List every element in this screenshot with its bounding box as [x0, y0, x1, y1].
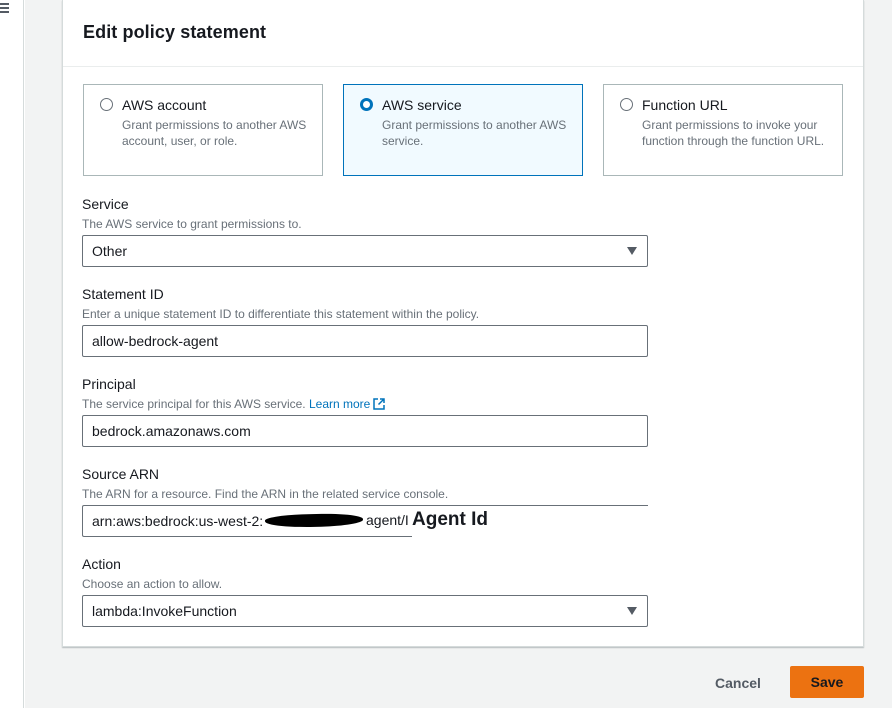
principal-input[interactable]: bedrock.amazonaws.com — [82, 415, 648, 447]
page-title: Edit policy statement — [83, 22, 267, 42]
hamburger-icon[interactable] — [0, 3, 10, 13]
principal-value: bedrock.amazonaws.com — [92, 423, 251, 439]
principal-label: Principal — [82, 376, 136, 392]
agent-id-annotation: Agent Id — [412, 509, 488, 530]
source-arn-label: Source ARN — [82, 466, 160, 482]
service-select-value: Other — [92, 243, 128, 259]
source-arn-field: Source ARN The ARN for a resource. Find … — [82, 465, 648, 537]
input-border-fragment — [412, 505, 648, 506]
service-field: Service The AWS service to grant permiss… — [82, 195, 648, 267]
action-field: Action Choose an action to allow. lambda… — [82, 555, 648, 627]
tile-description: Grant permissions to invoke your functio… — [642, 118, 825, 148]
tile-aws-service[interactable]: AWS service Grant permissions to another… — [343, 84, 583, 176]
radio-function-url[interactable] — [620, 98, 633, 111]
radio-aws-account[interactable] — [100, 98, 113, 111]
statement-id-field: Statement ID Enter a unique statement ID… — [82, 285, 648, 357]
tile-label: AWS account — [122, 97, 207, 113]
tile-description: Grant permissions to another AWS service… — [382, 118, 567, 148]
statement-id-value: allow-bedrock-agent — [92, 333, 219, 349]
action-label: Action — [82, 556, 121, 572]
radio-aws-service[interactable] — [360, 98, 373, 111]
service-select[interactable]: Other — [82, 235, 648, 267]
statement-id-description: Enter a unique statement ID to different… — [82, 307, 480, 321]
source-arn-input-wrapper: arn:aws:bedrock:us-west-2: agent/I Agent… — [82, 505, 648, 537]
source-arn-value-suffix: agent/I — [366, 512, 409, 528]
tile-aws-account[interactable]: AWS account Grant permissions to another… — [83, 84, 323, 176]
save-button[interactable]: Save — [790, 666, 864, 698]
tile-label: Function URL — [642, 97, 728, 113]
service-label: Service — [82, 196, 129, 212]
caret-down-icon — [627, 607, 637, 615]
tile-function-url[interactable]: Function URL Grant permissions to invoke… — [603, 84, 843, 176]
learn-more-label: Learn more — [308, 397, 371, 411]
external-link-icon — [373, 398, 386, 410]
learn-more-link[interactable]: Learn more — [308, 397, 386, 411]
statement-id-label: Statement ID — [82, 286, 164, 302]
service-description: The AWS service to grant permissions to. — [82, 217, 302, 231]
principal-field: Principal The service principal for this… — [82, 375, 648, 447]
tile-description: Grant permissions to another AWS account… — [122, 118, 307, 148]
action-select[interactable]: lambda:InvokeFunction — [82, 595, 648, 627]
panel-header: Edit policy statement — [63, 0, 863, 67]
left-navigation-rail — [0, 0, 24, 708]
action-description: Choose an action to allow. — [82, 577, 223, 591]
source-arn-description: The ARN for a resource. Find the ARN in … — [82, 487, 449, 501]
statement-id-input[interactable]: allow-bedrock-agent — [82, 325, 648, 357]
caret-down-icon — [627, 247, 637, 255]
source-arn-input[interactable]: arn:aws:bedrock:us-west-2: — [82, 505, 412, 537]
tile-label: AWS service — [382, 97, 462, 113]
source-arn-value-prefix: arn:aws:bedrock:us-west-2: — [92, 513, 264, 529]
cancel-button[interactable]: Cancel — [704, 668, 772, 698]
principal-description-row: The service principal for this AWS servi… — [82, 396, 648, 412]
action-select-value: lambda:InvokeFunction — [92, 603, 237, 619]
principal-description: The service principal for this AWS servi… — [82, 397, 306, 411]
